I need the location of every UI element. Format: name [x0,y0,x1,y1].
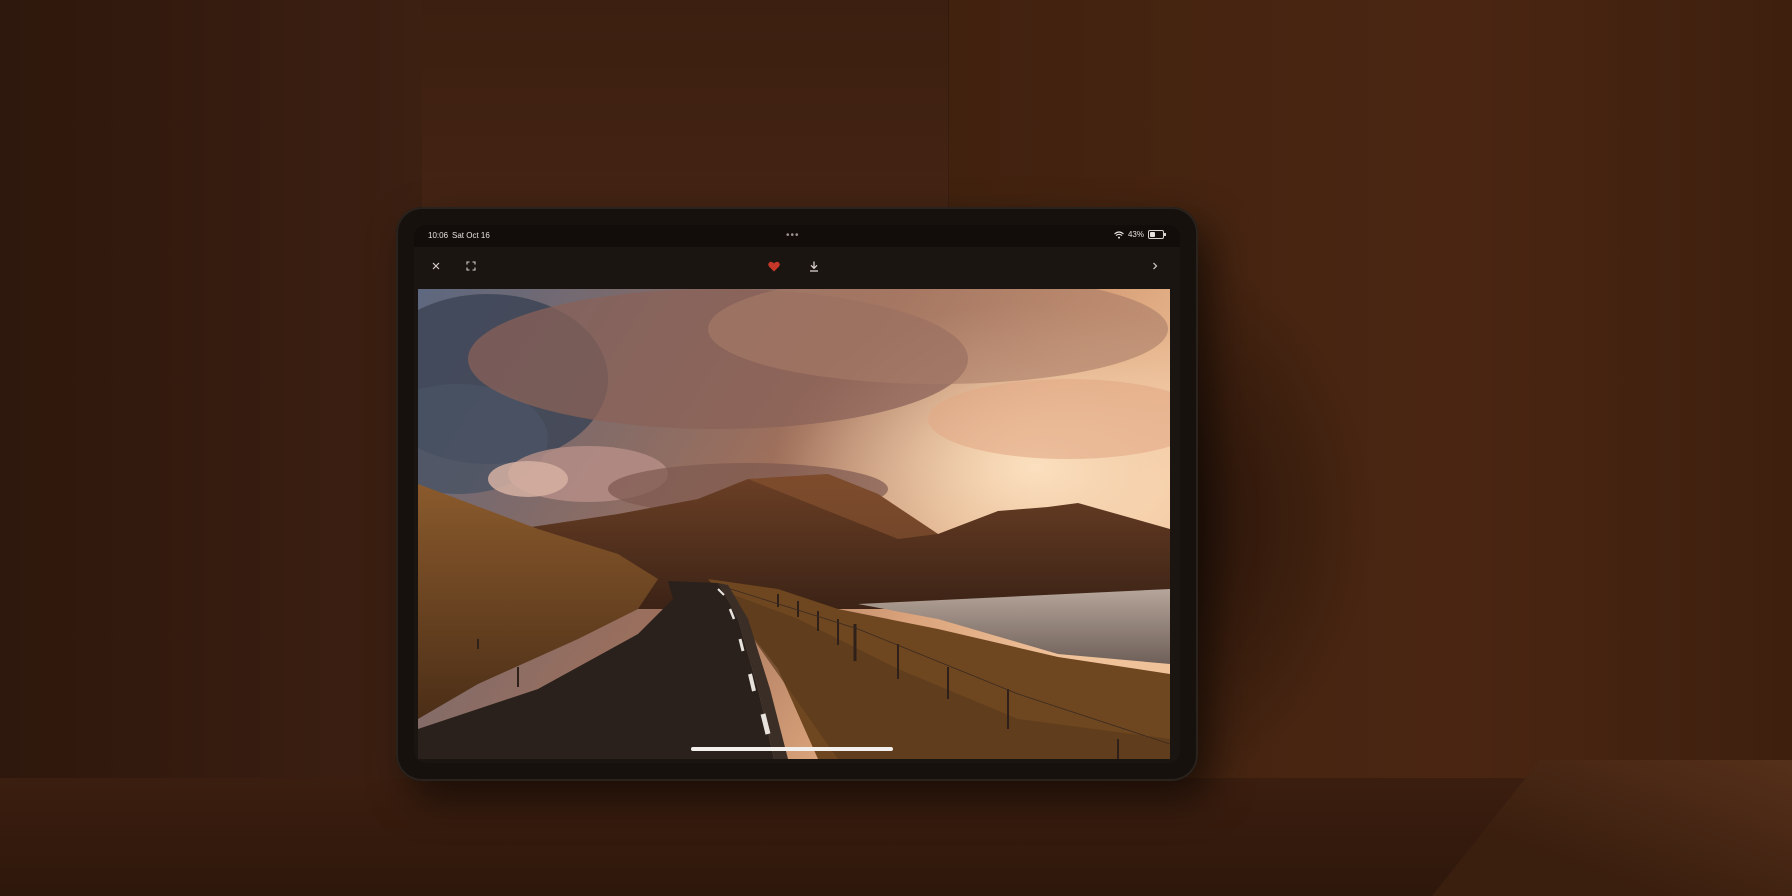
status-time: 10:06 [428,231,449,240]
wall-panel-middle [422,0,949,210]
battery-fill [1150,232,1156,237]
status-bar: 10:06 Sat Oct 16 ••• 43% [414,225,1180,247]
close-icon [432,262,440,270]
mountain-road-photo[interactable] [418,289,1170,759]
battery-icon [1148,230,1166,239]
like-button[interactable] [759,247,789,285]
background-scene: 10:06 Sat Oct 16 ••• 43% [0,0,1792,896]
photo-viewer-toolbar [414,247,1180,285]
close-button[interactable] [421,247,451,285]
wifi-icon [1114,230,1124,239]
tablet-screen: 10:06 Sat Oct 16 ••• 43% [414,225,1180,763]
status-indicators: 43% [1114,230,1166,239]
download-button[interactable] [799,247,829,285]
tablet-device: 10:06 Sat Oct 16 ••• 43% [396,207,1198,781]
chevron-right-icon [1153,262,1158,270]
status-date: Sat Oct 16 [452,231,490,240]
photo-image [418,289,1170,759]
battery-nub [1164,233,1166,236]
home-indicator[interactable] [691,747,893,751]
heart-icon [768,261,780,271]
battery-percent: 43% [1127,230,1144,239]
fullscreen-button[interactable] [456,247,486,285]
multitasking-dots-icon[interactable]: ••• [786,230,800,241]
download-icon [810,261,818,272]
wall-panel-left [0,0,422,896]
next-button[interactable] [1140,247,1170,285]
fullscreen-icon [466,261,476,271]
